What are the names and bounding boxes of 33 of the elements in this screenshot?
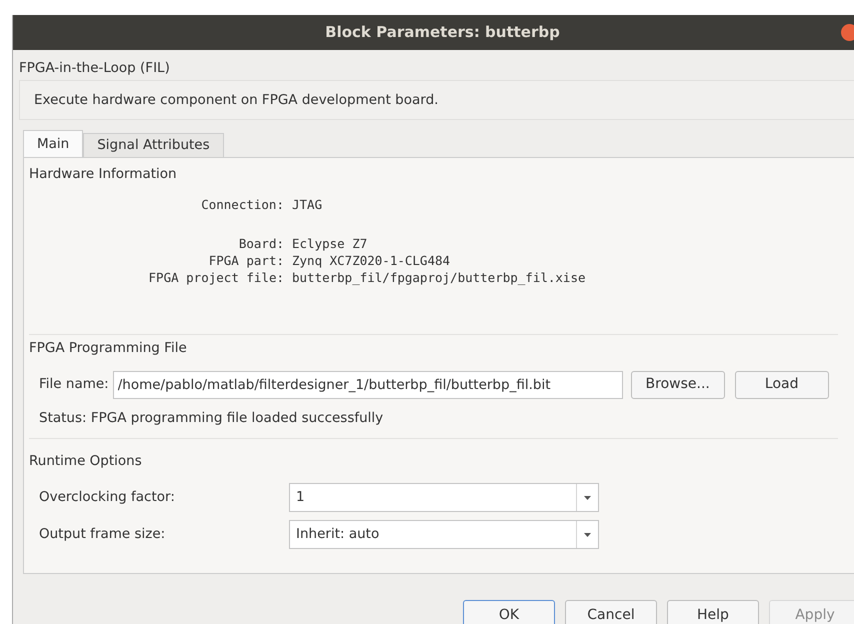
dropdown-value: 1: [295, 488, 306, 508]
info-value: Eclypse Z7: [292, 235, 368, 252]
caret-icon: [584, 496, 591, 500]
field-label: File name:: [39, 375, 109, 394]
description-text: Execute hardware component on FPGA development board.: [34, 90, 438, 110]
file-name-field[interactable]: /home/pablo/matlab/filterdesigner_1/butterbp_fil/butterbp_fil.bit: [112, 370, 623, 398]
field-label: Overclocking factor:: [39, 488, 176, 508]
info-label: Connection:: [200, 196, 285, 214]
status-text: Status: FPGA programming file loaded successfully: [38, 408, 384, 428]
section-title: FPGA Programming File: [29, 339, 188, 358]
tab[interactable]: Main: [23, 130, 84, 157]
dialog-button[interactable]: OK: [463, 600, 555, 624]
block-type: FPGA-in-the-Loop (FIL): [19, 59, 171, 78]
info-label: FPGA project file:: [148, 269, 285, 286]
section-title: Hardware Information: [29, 165, 178, 184]
dialog-button[interactable]: Load: [734, 370, 829, 398]
dialog-button[interactable]: Cancel: [565, 600, 657, 624]
info-value: Zynq XC7Z020-1-CLG484: [292, 252, 450, 270]
close-icon[interactable]: [841, 24, 854, 41]
caret-icon: [584, 532, 591, 536]
info-label: Board:: [238, 235, 285, 252]
section-title: Runtime Options: [29, 452, 143, 471]
dropdown-value: Inherit: auto: [295, 525, 380, 544]
window-title: Block Parameters: butterbp: [325, 22, 560, 44]
info-value: butterbp_fil/fpgaproj/butterbp_fil.xise: [292, 269, 586, 286]
field-label: Output frame size:: [39, 525, 166, 544]
info-value: JTAG: [292, 196, 322, 214]
tab[interactable]: Signal Attributes: [83, 133, 224, 157]
dialog-button[interactable]: Browse...: [630, 370, 725, 398]
dropdown[interactable]: 1: [289, 483, 599, 512]
info-label: FPGA part:: [208, 252, 285, 270]
dropdown[interactable]: Inherit: auto: [289, 520, 599, 549]
dialog-button[interactable]: Help: [667, 600, 759, 624]
